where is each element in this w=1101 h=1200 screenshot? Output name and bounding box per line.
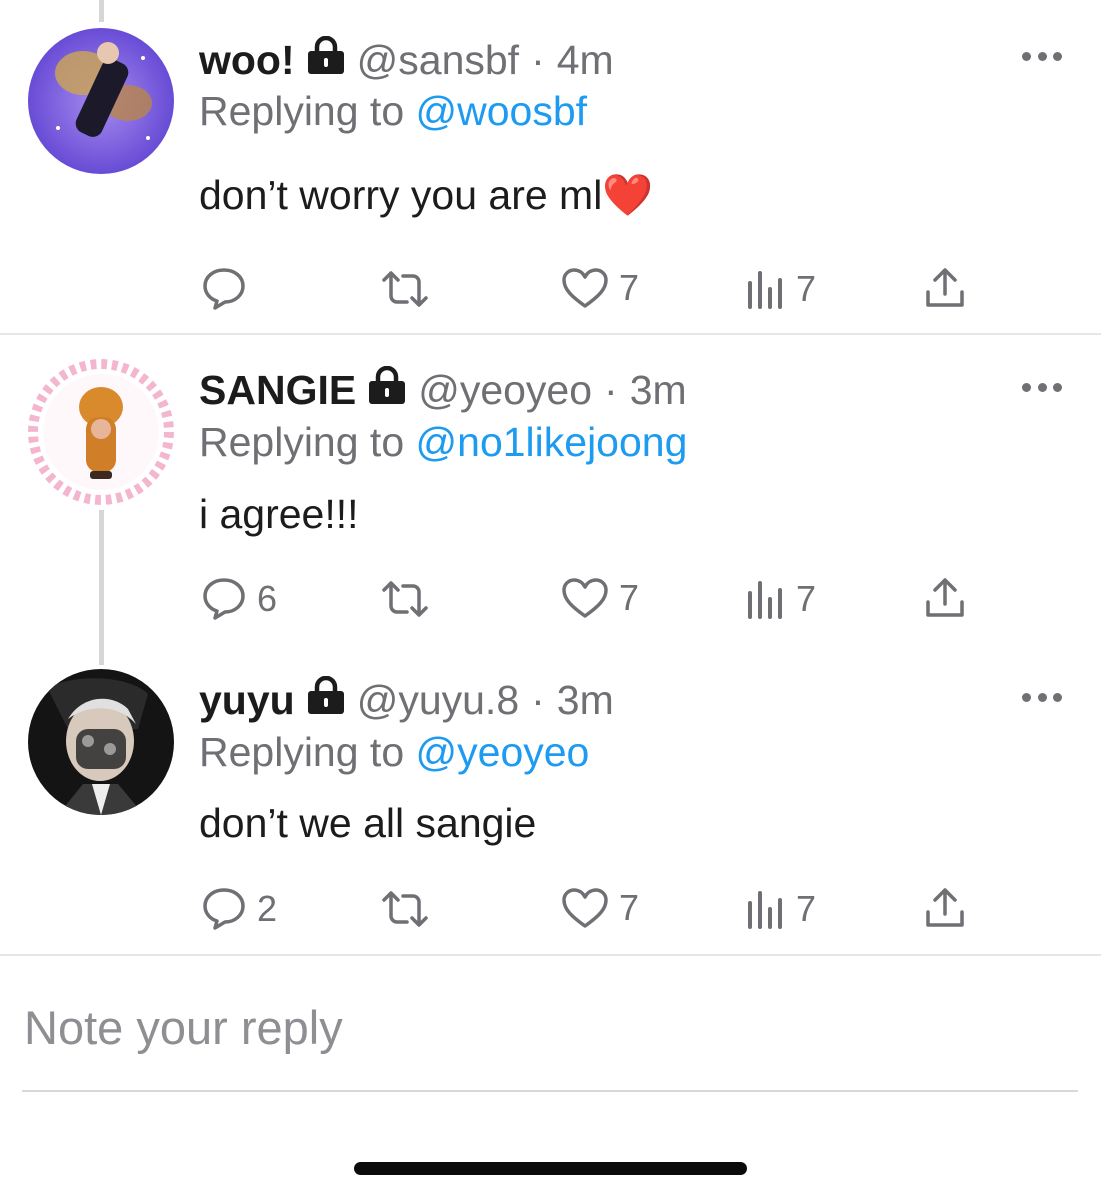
views-button[interactable]: 7 bbox=[746, 268, 816, 310]
reply-count: 2 bbox=[257, 888, 278, 929]
heart-icon bbox=[562, 888, 608, 928]
display-name[interactable]: SANGIE bbox=[199, 367, 356, 414]
reply-input[interactable]: Note your reply bbox=[24, 1000, 343, 1055]
reply-button[interactable]: 6 bbox=[201, 576, 277, 622]
handle[interactable]: @sansbf bbox=[357, 37, 519, 84]
like-button[interactable]: 7 bbox=[561, 577, 639, 619]
reply-button[interactable] bbox=[201, 266, 257, 312]
lock-icon bbox=[305, 35, 347, 84]
retweet-icon bbox=[382, 891, 428, 927]
handle[interactable]: @yuyu.8 bbox=[357, 677, 519, 724]
views-button[interactable]: 7 bbox=[746, 888, 816, 930]
share-button[interactable] bbox=[924, 887, 966, 929]
replying-to: Replying to @woosbf bbox=[199, 88, 587, 135]
like-button[interactable]: 7 bbox=[561, 267, 639, 309]
lock-icon bbox=[366, 365, 408, 414]
share-button[interactable] bbox=[924, 267, 966, 309]
replying-to-prefix: Replying to bbox=[199, 419, 416, 465]
share-icon bbox=[926, 888, 964, 927]
heart-emoji: ❤️ bbox=[602, 172, 654, 218]
retweet-button[interactable] bbox=[380, 579, 430, 619]
mention-link[interactable]: @woosbf bbox=[416, 88, 588, 134]
tweet-divider bbox=[0, 333, 1101, 335]
timestamp[interactable]: 3m bbox=[557, 677, 614, 724]
timestamp[interactable]: 3m bbox=[630, 367, 687, 414]
lock-icon bbox=[305, 675, 347, 724]
replying-to: Replying to @yeoyeo bbox=[199, 729, 589, 776]
tweet-header: yuyu @yuyu.8 · 3m bbox=[199, 670, 614, 730]
share-button[interactable] bbox=[924, 577, 966, 619]
retweet-button[interactable] bbox=[380, 889, 430, 929]
thread-line-top bbox=[99, 0, 104, 22]
tweet-text: don’t we all sangie bbox=[199, 800, 537, 846]
like-button[interactable]: 7 bbox=[561, 887, 639, 929]
avatar[interactable] bbox=[28, 669, 174, 815]
heart-icon bbox=[562, 578, 608, 618]
avatar[interactable] bbox=[28, 28, 174, 174]
tweet-text: i agree!!! bbox=[199, 491, 359, 537]
reply-icon bbox=[203, 268, 245, 310]
reply-count: 6 bbox=[257, 578, 278, 619]
share-icon bbox=[926, 578, 964, 617]
retweet-icon bbox=[382, 581, 428, 617]
more-icon[interactable] bbox=[1022, 687, 1062, 707]
tweet-text-content: don’t worry you are ml bbox=[199, 172, 603, 218]
like-count: 7 bbox=[619, 577, 640, 618]
views-icon bbox=[748, 891, 782, 929]
retweet-icon bbox=[382, 271, 428, 307]
replying-to-prefix: Replying to bbox=[199, 729, 416, 775]
display-name[interactable]: yuyu bbox=[199, 677, 295, 724]
more-icon[interactable] bbox=[1022, 377, 1062, 397]
like-count: 7 bbox=[619, 887, 640, 928]
views-count: 7 bbox=[796, 888, 817, 929]
display-name[interactable]: woo! bbox=[199, 37, 295, 84]
retweet-button[interactable] bbox=[380, 269, 430, 309]
share-icon bbox=[926, 268, 964, 307]
more-icon[interactable] bbox=[1022, 46, 1062, 66]
tweet-divider bbox=[0, 954, 1101, 956]
home-indicator[interactable] bbox=[354, 1162, 747, 1175]
action-bar: 2 7 7 bbox=[0, 884, 1101, 934]
action-bar: 6 7 7 bbox=[0, 574, 1101, 624]
reply-icon bbox=[203, 578, 245, 620]
heart-icon bbox=[562, 268, 608, 308]
tweet-text: don’t worry you are ml❤️ bbox=[199, 172, 653, 220]
views-count: 7 bbox=[796, 268, 817, 309]
replying-to: Replying to @no1likejoong bbox=[199, 419, 687, 466]
reply-icon bbox=[203, 888, 245, 930]
views-icon bbox=[748, 581, 782, 619]
like-count: 7 bbox=[619, 267, 640, 308]
tweet-header: SANGIE @yeoyeo · 3m bbox=[199, 360, 687, 420]
views-button[interactable]: 7 bbox=[746, 578, 816, 620]
timestamp[interactable]: 4m bbox=[557, 37, 614, 84]
mention-link[interactable]: @yeoyeo bbox=[416, 729, 590, 775]
views-count: 7 bbox=[796, 578, 817, 619]
views-icon bbox=[748, 271, 782, 309]
tweet-header: woo! @sansbf · 4m bbox=[199, 30, 614, 90]
action-bar: 7 7 bbox=[0, 264, 1101, 314]
separator-dot: · bbox=[531, 676, 545, 723]
avatar[interactable] bbox=[28, 359, 174, 505]
handle[interactable]: @yeoyeo bbox=[418, 367, 592, 414]
separator-dot: · bbox=[531, 36, 545, 83]
reply-input-underline bbox=[22, 1090, 1078, 1092]
reply-button[interactable]: 2 bbox=[201, 886, 277, 932]
replying-to-prefix: Replying to bbox=[199, 88, 416, 134]
separator-dot: · bbox=[604, 366, 618, 413]
mention-link[interactable]: @no1likejoong bbox=[416, 419, 688, 465]
